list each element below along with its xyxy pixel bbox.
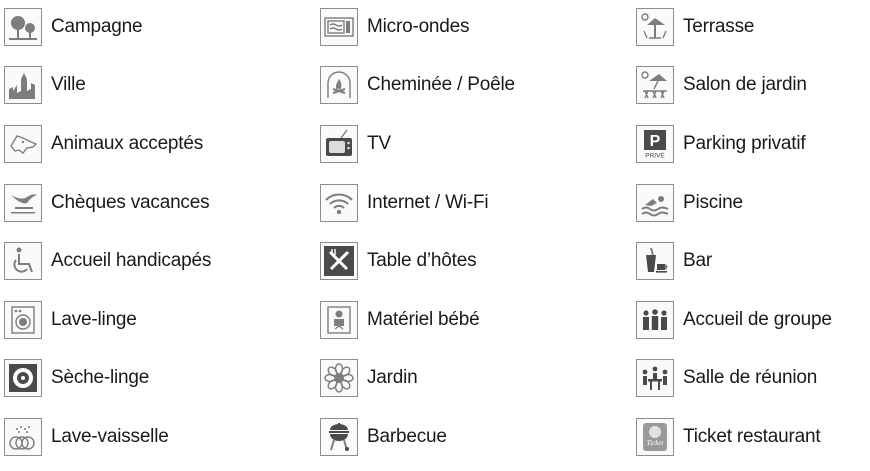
legend-item-campagne: Campagne <box>4 7 284 47</box>
item-label: Accueil de groupe <box>683 309 832 330</box>
bar-drink-icon <box>636 242 674 280</box>
legend-item-seche-linge: Sèche-linge <box>4 358 284 398</box>
item-label: Table d’hôtes <box>367 250 477 271</box>
legend-item-bar: Bar <box>636 241 870 281</box>
barbecue-grill-icon <box>320 418 358 456</box>
legend-item-terrasse: Terrasse <box>636 7 870 47</box>
legend-column-2: Micro-ondes Cheminée / Poêle TV Internet… <box>320 0 600 471</box>
legend-item-reunion: Salle de réunion <box>636 358 870 398</box>
television-icon <box>320 125 358 163</box>
dishwasher-icon <box>4 418 42 456</box>
dog-head-icon <box>4 125 42 163</box>
item-label: Salle de réunion <box>683 367 818 388</box>
legend-item-salon-jardin: Salon de jardin <box>636 65 870 105</box>
item-label: Lave-linge <box>51 309 137 330</box>
parking-badge-text: P <box>650 133 661 150</box>
legend-item-animaux: Animaux acceptés <box>4 124 284 164</box>
item-label: Accueil handicapés <box>51 250 212 271</box>
ancv-logo-icon <box>4 184 42 222</box>
legend-item-cheques: Chèques vacances <box>4 183 284 223</box>
legend-item-lave-linge: Lave-linge <box>4 300 284 340</box>
baby-icon <box>320 301 358 339</box>
group-people-icon <box>636 301 674 339</box>
item-label: Parking privatif <box>683 133 806 154</box>
meeting-table-icon <box>636 359 674 397</box>
item-label: Campagne <box>51 16 143 37</box>
item-label: Ticket restaurant <box>683 426 821 447</box>
amenities-legend: Campagne Ville Animaux acceptés Chèques … <box>0 0 870 471</box>
legend-item-lave-vaisselle: Lave-vaisselle <box>4 417 284 457</box>
wifi-icon <box>320 184 358 222</box>
terrace-parasol-icon <box>636 8 674 46</box>
parking-sign-icon: P PRIVÉ <box>636 125 674 163</box>
item-label: Salon de jardin <box>683 74 807 95</box>
item-label: TV <box>367 133 391 154</box>
legend-item-cheminee: Cheminée / Poêle <box>320 65 600 105</box>
legend-item-barbecue: Barbecue <box>320 417 600 457</box>
item-label: Terrasse <box>683 16 755 37</box>
legend-item-bebe: Matériel bébé <box>320 300 600 340</box>
item-label: Ville <box>51 74 86 95</box>
item-label: Piscine <box>683 192 743 213</box>
city-skyline-icon <box>4 66 42 104</box>
item-label: Barbecue <box>367 426 447 447</box>
washing-machine-icon <box>4 301 42 339</box>
item-label: Lave-vaisselle <box>51 426 169 447</box>
item-label: Micro-ondes <box>367 16 470 37</box>
garden-furniture-icon <box>636 66 674 104</box>
legend-column-3: Terrasse Salon de jardin P PRIVÉ Parking… <box>636 0 870 471</box>
item-label: Matériel bébé <box>367 309 480 330</box>
legend-item-handicapes: Accueil handicapés <box>4 241 284 281</box>
fireplace-icon <box>320 66 358 104</box>
tumble-dryer-icon <box>4 359 42 397</box>
item-label: Cheminée / Poêle <box>367 74 515 95</box>
ticket-badge-text: Ticket <box>647 439 665 447</box>
ticket-restaurant-icon: Ticket <box>636 418 674 456</box>
item-label: Internet / Wi-Fi <box>367 192 489 213</box>
legend-item-wifi: Internet / Wi-Fi <box>320 183 600 223</box>
legend-item-ticket-restaurant: Ticket Ticket restaurant <box>636 417 870 457</box>
item-label: Sèche-linge <box>51 367 150 388</box>
item-label: Animaux acceptés <box>51 133 204 154</box>
microwave-icon <box>320 8 358 46</box>
item-label: Chèques vacances <box>51 192 210 213</box>
parking-badge-subtext: PRIVÉ <box>645 151 665 160</box>
fork-knife-icon <box>320 242 358 280</box>
legend-item-ville: Ville <box>4 65 284 105</box>
swimmer-icon <box>636 184 674 222</box>
legend-item-groupe: Accueil de groupe <box>636 300 870 340</box>
countryside-trees-icon <box>4 8 42 46</box>
legend-item-table-hotes: Table d’hôtes <box>320 241 600 281</box>
legend-item-tv: TV <box>320 124 600 164</box>
legend-item-jardin: Jardin <box>320 358 600 398</box>
legend-item-piscine: Piscine <box>636 183 870 223</box>
item-label: Bar <box>683 250 712 271</box>
item-label: Jardin <box>367 367 418 388</box>
legend-item-micro-ondes: Micro-ondes <box>320 7 600 47</box>
flower-icon <box>320 359 358 397</box>
wheelchair-icon <box>4 242 42 280</box>
legend-column-1: Campagne Ville Animaux acceptés Chèques … <box>4 0 284 471</box>
legend-item-parking: P PRIVÉ Parking privatif <box>636 124 870 164</box>
